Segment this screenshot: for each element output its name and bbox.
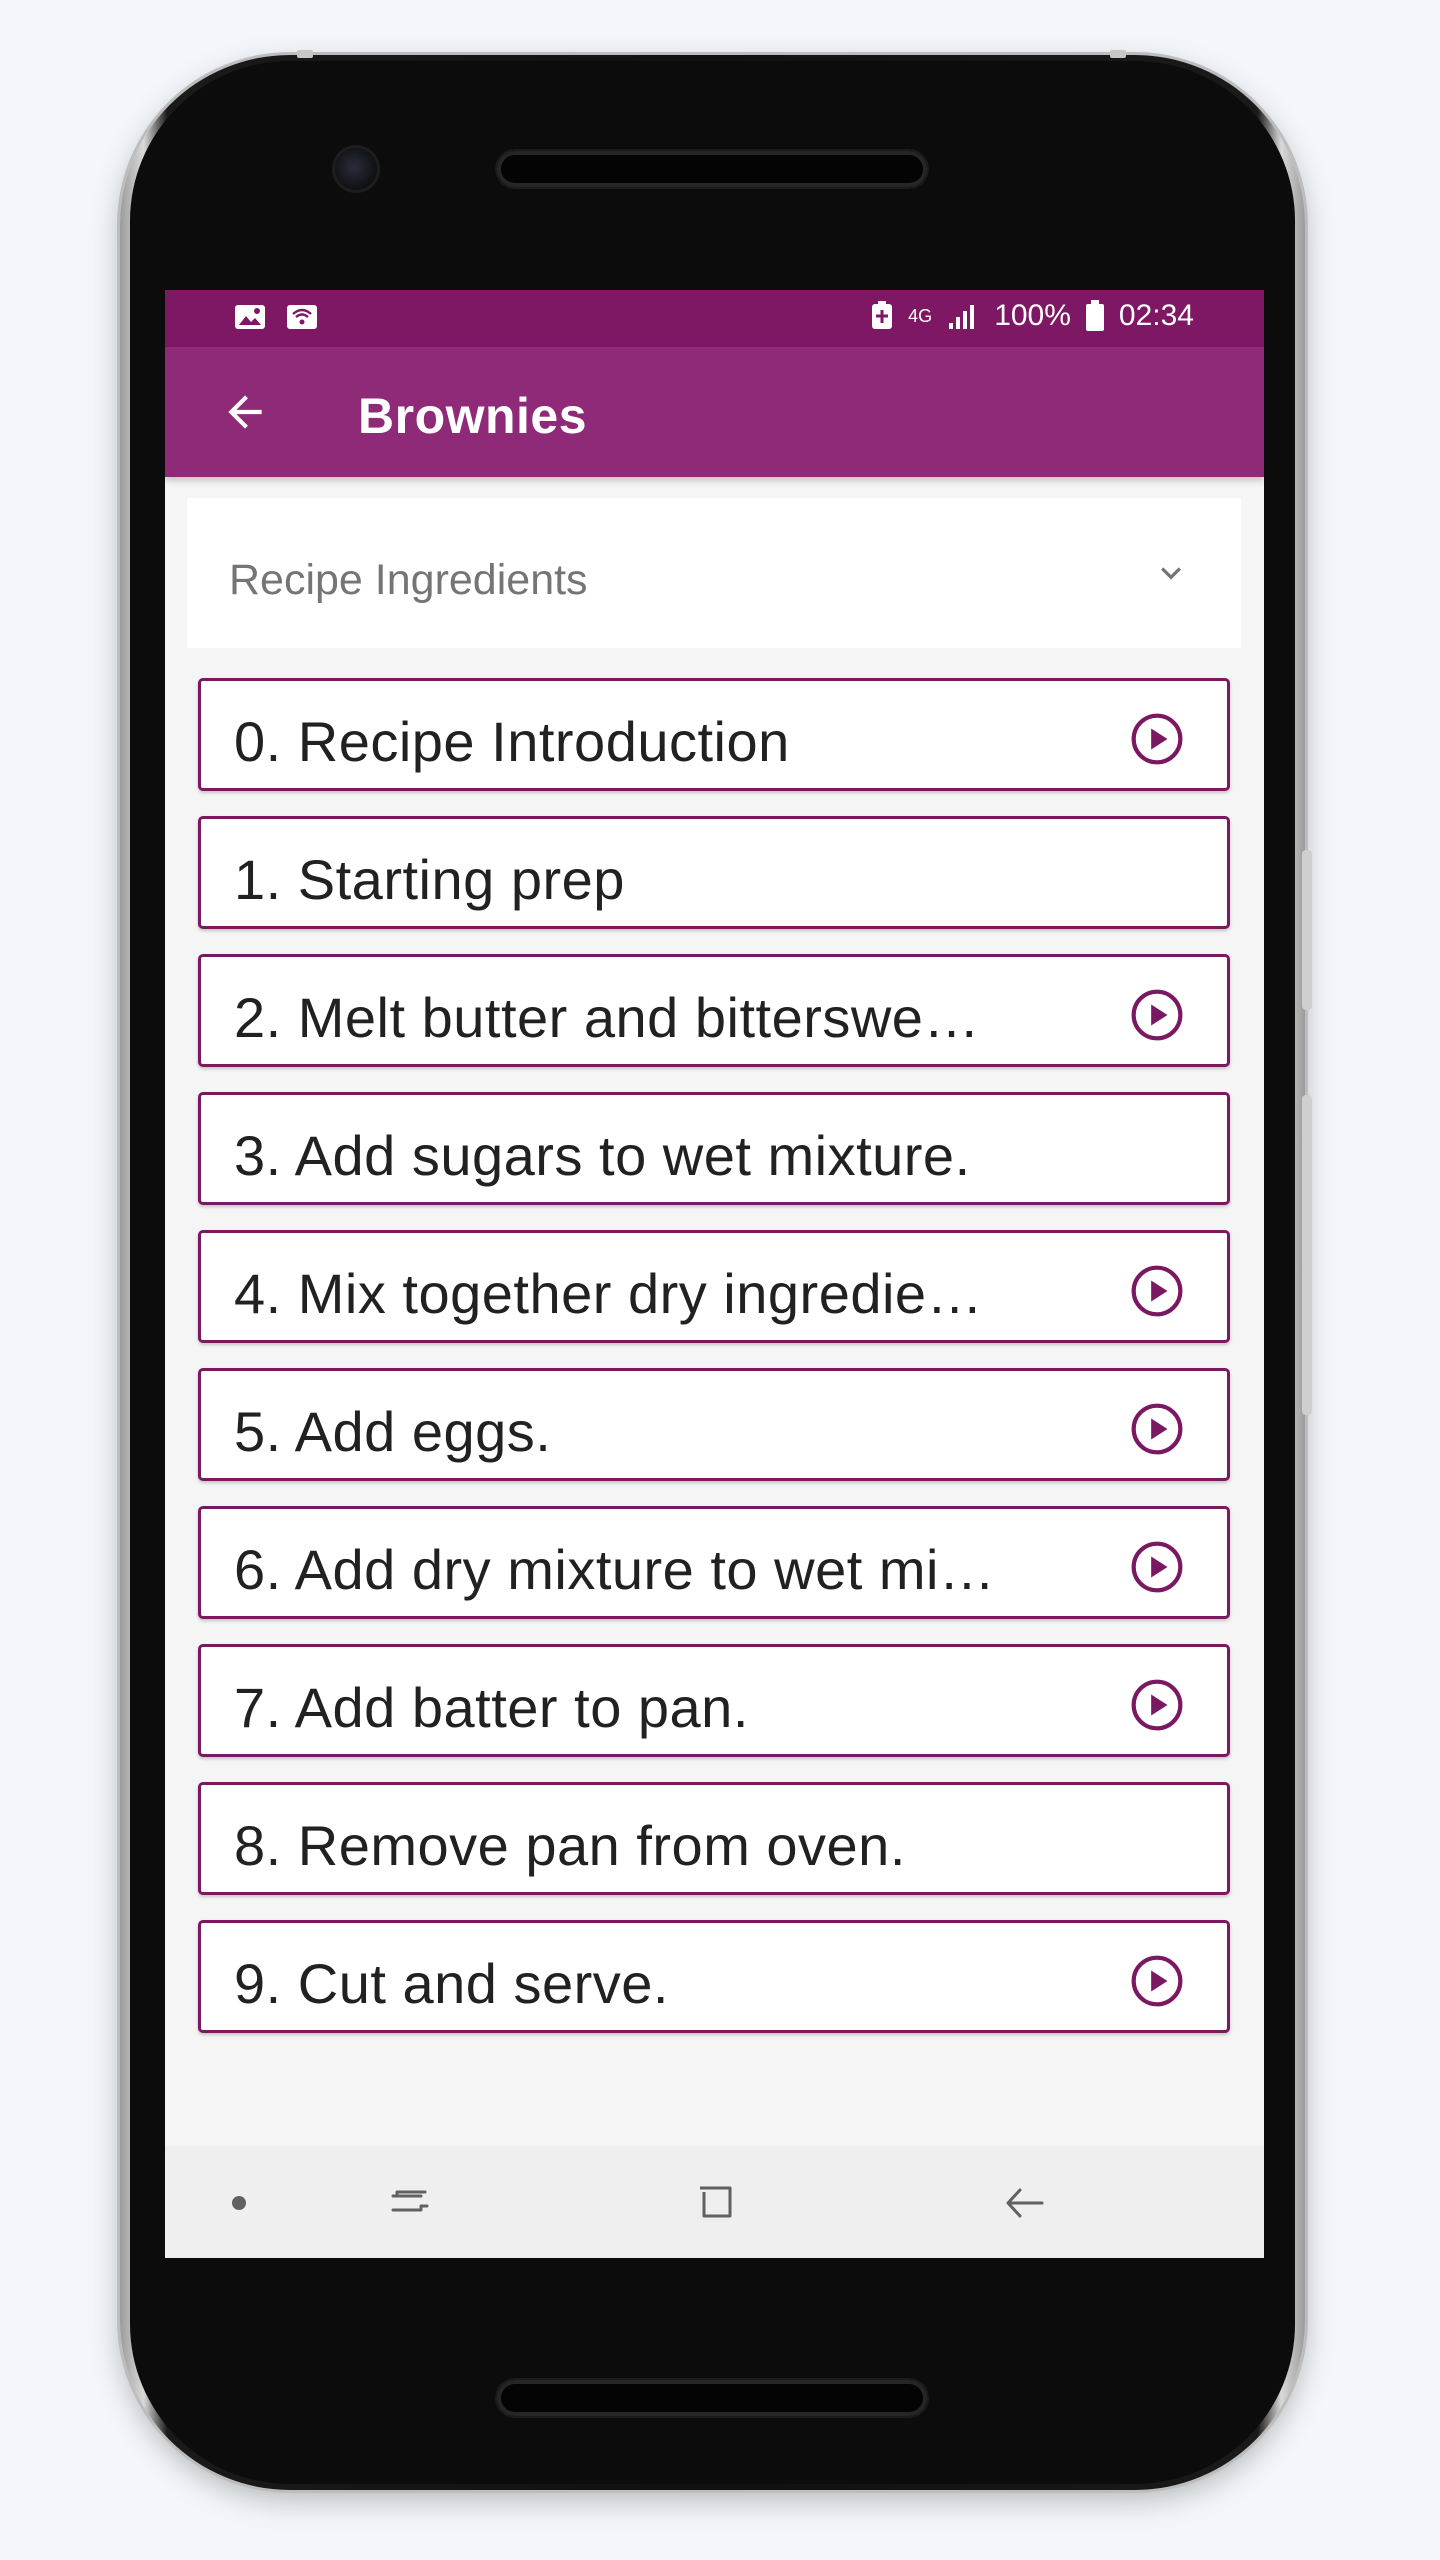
app-bar: Brownies [165,347,1264,477]
step-label: 3. Add sugars to wet mixture. [234,1124,971,1187]
step-item-1[interactable]: 1. Starting prep [198,816,1230,929]
step-label: 0. Recipe Introduction [234,710,790,773]
network-type-label: 4G [908,306,933,326]
step-item-8[interactable]: 8. Remove pan from oven. [198,1782,1230,1895]
step-item-5[interactable]: 5. Add eggs. [198,1368,1230,1481]
earpiece-speaker [497,151,927,187]
step-item-9[interactable]: 9. Cut and serve. [198,1920,1230,2033]
bottom-speaker [497,2380,927,2416]
page-title: Brownies [358,388,588,444]
status-right-icons: 4G 100% 02:34 [870,299,1194,333]
play-circle-icon[interactable] [1129,987,1185,1043]
play-circle-icon[interactable] [1129,1263,1185,1319]
step-item-3[interactable]: 3. Add sugars to wet mixture. [198,1092,1230,1205]
step-item-6[interactable]: 6. Add dry mixture to wet mi… [198,1506,1230,1619]
signal-icon [949,305,975,329]
screen: 4G 100% 02:34 Brownies Recipe Ingredient [165,290,1264,2258]
play-circle-icon[interactable] [1129,1539,1185,1595]
dot-icon [232,2196,246,2210]
chevron-down-icon [1161,567,1181,580]
back-button[interactable] [210,377,280,447]
step-item-4[interactable]: 4. Mix together dry ingredie… [198,1230,1230,1343]
step-label: 1. Starting prep [234,848,625,911]
play-circle-icon[interactable] [1129,1401,1185,1457]
arrow-back-icon [228,395,262,429]
play-circle-icon[interactable] [1129,1953,1185,2009]
step-label: 5. Add eggs. [234,1400,552,1463]
wifi-calling-icon [287,305,317,329]
step-label: 6. Add dry mixture to wet mi… [234,1538,996,1601]
phone-top-nub-right [1110,50,1126,58]
step-item-2[interactable]: 2. Melt butter and bitterswe… [198,954,1230,1067]
step-item-7[interactable]: 7. Add batter to pan. [198,1644,1230,1757]
status-bar: 4G 100% 02:34 [165,290,1264,347]
battery-icon [1085,300,1104,331]
battery-percent: 100% [994,299,1071,332]
back-icon[interactable] [1000,2178,1050,2228]
step-item-0[interactable]: 0. Recipe Introduction [198,678,1230,791]
navigation-bar [165,2146,1264,2258]
phone-top-nub-left [297,50,313,58]
step-label: 9. Cut and serve. [234,1952,669,2015]
phone-side-button-power [1302,850,1312,1010]
play-circle-icon[interactable] [1129,1677,1185,1733]
front-camera [335,148,377,190]
recipe-ingredients-label: Recipe Ingredients [229,556,588,604]
phone-side-button-volume [1302,1095,1312,1415]
recipe-ingredients-expander[interactable]: Recipe Ingredients [187,498,1241,648]
step-label: 7. Add batter to pan. [234,1676,749,1739]
recent-apps-icon[interactable] [385,2178,435,2228]
status-left-icons [233,302,319,332]
play-circle-icon[interactable] [1129,711,1185,767]
clock: 02:34 [1118,299,1194,332]
step-label: 8. Remove pan from oven. [234,1814,906,1877]
step-label: 4. Mix together dry ingredie… [234,1262,984,1325]
image-icon [235,305,265,329]
battery-saver-icon [872,301,893,329]
step-label: 2. Melt butter and bitterswe… [234,986,980,1049]
steps-list: 0. Recipe Introduction 1. Starting prep … [198,678,1230,2058]
home-icon[interactable] [690,2178,740,2228]
